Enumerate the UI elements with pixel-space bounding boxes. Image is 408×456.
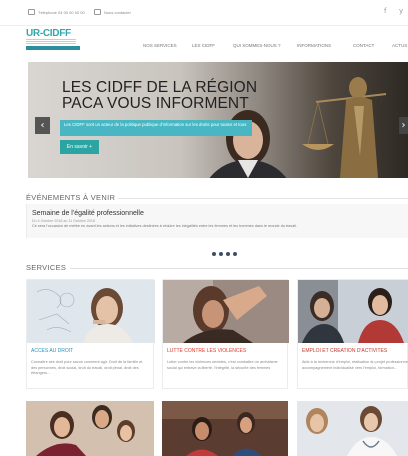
card-text: Aide à la recherche d'emploi, réalisatio… (302, 360, 408, 370)
slider-prev-button[interactable]: ‹ (35, 117, 50, 134)
events-divider (118, 198, 408, 199)
phone-icon (28, 9, 35, 15)
violences-image (163, 280, 289, 343)
services-divider (70, 268, 408, 269)
logo-bar (26, 46, 80, 50)
service-card-education-image[interactable] (162, 401, 288, 456)
event-date: Du 4 Octobre 2018 au 11 Octobre 2018 (32, 219, 95, 223)
pagination-dot[interactable] (219, 252, 223, 256)
service-card-familles-image[interactable] (26, 401, 154, 456)
service-card-violences[interactable]: LUTTE CONTRE LES VIOLENCES Lutter contre… (162, 279, 289, 389)
events-heading: ÉVÉNEMENTS À VENIR (26, 193, 116, 202)
education-photo (162, 401, 288, 456)
service-card-emploi[interactable]: EMPLOI ET CREATION D'ACTIVITES Aide à la… (297, 279, 408, 389)
family-photo (26, 401, 154, 456)
health-photo (297, 401, 408, 456)
slider-next-button[interactable]: › (399, 117, 408, 134)
justice-statue-image (302, 77, 387, 178)
site-header: UR-CIDFF NOS SERVICES LES CIDFF QUI SOMM… (0, 26, 408, 62)
nav-qui-sommes-nous[interactable]: QUI SOMMES-NOUS ? (233, 43, 281, 48)
pagination-dot[interactable] (226, 252, 230, 256)
nav-les-cidff[interactable]: LES CIDFF (192, 43, 215, 48)
hero-title: LES CIDFF DE LA RÉGION PACA VOUS INFORME… (62, 79, 258, 112)
hero-slider: LES CIDFF DE LA RÉGION PACA VOUS INFORME… (28, 62, 408, 178)
card-title[interactable]: LUTTE CONTRE LES VIOLENCES (167, 348, 246, 354)
emploi-image (298, 280, 408, 343)
logo-text: UR-CIDFF (26, 28, 71, 39)
card-text: Connaître ses droit pour savoir comment … (31, 360, 143, 375)
event-item[interactable]: Semaine de l'égalité professionnelle Du … (26, 204, 408, 238)
contact-link[interactable]: Nous contacter (94, 9, 131, 15)
slider-pagination (212, 252, 237, 256)
logo-tagline-graphic (26, 39, 76, 44)
twitter-icon[interactable]: y (399, 7, 403, 15)
phone-info[interactable]: Téléphone 04 00 00 00 00 (28, 9, 85, 15)
mail-icon (94, 9, 101, 15)
pagination-dot[interactable] (212, 252, 216, 256)
card-text: Lutter contre les violences sexistes, c'… (167, 360, 278, 370)
facebook-icon[interactable]: f (384, 7, 386, 15)
site-logo[interactable]: UR-CIDFF (26, 28, 80, 52)
nav-contact[interactable]: CONTACT (353, 43, 374, 48)
hero-more-button[interactable]: En savoir + (60, 140, 99, 154)
pagination-dot[interactable] (233, 252, 237, 256)
nav-informations[interactable]: INFORMATIONS (297, 43, 331, 48)
contact-text: Nous contacter (104, 9, 131, 15)
event-description: Ce sera l'occasion de mettre en avant le… (32, 224, 298, 228)
card-title[interactable]: EMPLOI ET CREATION D'ACTIVITES (302, 348, 387, 354)
service-card-sante-image[interactable] (297, 401, 408, 456)
chevron-left-icon: ‹ (40, 120, 45, 131)
top-bar: Téléphone 04 00 00 00 00 Nous contacter … (0, 0, 408, 26)
phone-text: Téléphone 04 00 00 00 00 (38, 9, 85, 15)
event-title[interactable]: Semaine de l'égalité professionnelle (32, 210, 144, 217)
chevron-right-icon: › (401, 120, 406, 131)
hero-caption: Les CIDFF sont un acteur de la politique… (60, 120, 252, 136)
card-title[interactable]: ACCES AU DROIT (31, 348, 73, 354)
nav-actus[interactable]: ACTUS (392, 43, 407, 48)
service-card-acces-droit[interactable]: ACCES AU DROIT Connaître ses droit pour … (26, 279, 155, 389)
nav-nos-services[interactable]: NOS SERVICES (143, 43, 177, 48)
services-heading: SERVICES (26, 263, 67, 272)
acces-droit-image (27, 280, 155, 343)
